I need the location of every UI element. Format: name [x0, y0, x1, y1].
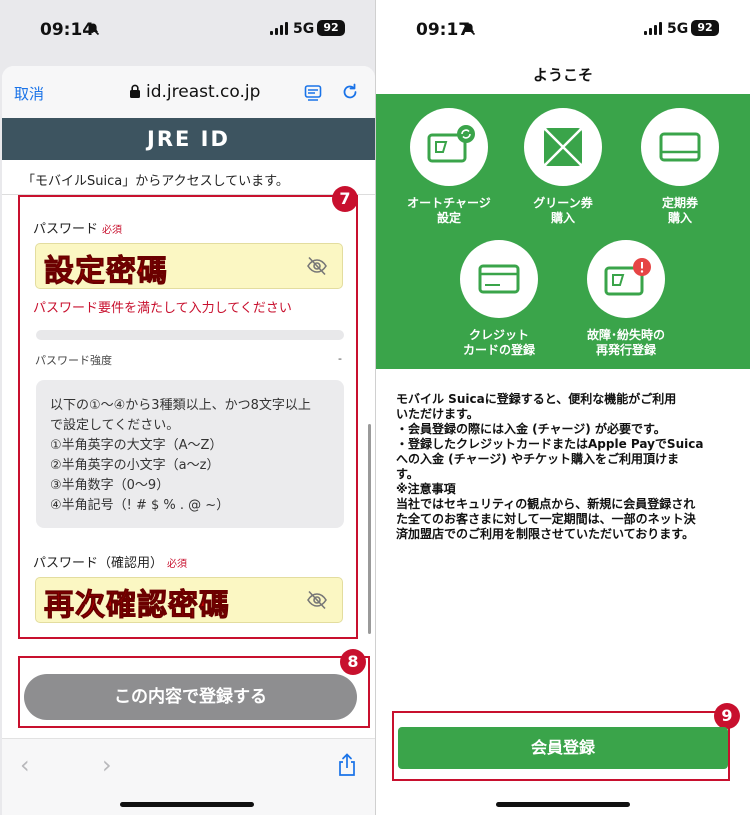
password-strength-label: パスワード強度 [35, 354, 112, 367]
home-indicator [120, 802, 254, 807]
forward-button[interactable]: › [102, 751, 112, 779]
reissue-card-icon [604, 258, 651, 296]
status-bar: 09:17 5G 92 [376, 0, 750, 62]
required-tag: 必須 [167, 559, 188, 570]
jre-id-header: JRE ID [2, 118, 375, 160]
feature-commuter-pass[interactable]: 定期券 購入 [620, 108, 740, 226]
network-type: 5G [667, 21, 689, 37]
signal-icon [644, 22, 662, 35]
auto-charge-card-icon [427, 125, 475, 163]
left-phone-screen: 09:14 5G 92 取消 id.jreast.co.jp JRE ID 「モ… [0, 0, 375, 815]
feature-panel: オートチャージ 設定 グリーン券 購入 定期券 購入 クレジット カードの登録 … [376, 94, 750, 369]
description-text: モバイル Suicaに登録すると、便利な機能がご利用 いただけます。 ・会員登録… [396, 392, 704, 541]
feature-green-ticket[interactable]: グリーン券 購入 [503, 108, 623, 226]
password-error: パスワード要件を満たして入力してください [33, 301, 292, 316]
rule-line: ③半角数字（0～9） [50, 478, 170, 493]
safari-sheet: 取消 id.jreast.co.jp JRE ID 「モバイルSuica」からア… [2, 66, 375, 815]
rule-line: で設定してください。 [50, 418, 180, 433]
confirm-password-label: パスワード（確認用） 必須 [33, 556, 188, 571]
battery-level: 92 [317, 20, 345, 36]
credit-card-icon [478, 264, 520, 294]
feature-reissue[interactable]: 故障･紛失時の 再発行登録 [566, 240, 686, 358]
feature-auto-charge[interactable]: オートチャージ 設定 [389, 108, 509, 226]
password-input[interactable]: 設定密碼 [35, 243, 343, 290]
rule-line: 以下の①～④から3種類以上、かつ8文字以上 [50, 398, 311, 413]
back-button[interactable]: ‹ [20, 751, 30, 779]
password-strength-value: - [338, 352, 342, 365]
reader-menu-icon[interactable] [304, 84, 322, 102]
cancel-button[interactable]: 取消 [14, 83, 44, 104]
green-ticket-icon [543, 127, 583, 167]
status-bar: 09:14 5G 92 [0, 0, 375, 62]
password-rules: 以下の①～④から3種類以上、かつ8文字以上 で設定してください。 ①半角英字の大… [36, 380, 344, 528]
home-indicator [496, 802, 630, 807]
password-value: 設定密碼 [44, 254, 168, 290]
right-phone-screen: 09:17 5G 92 ようこそ オートチャージ 設定 グリーン券 購入 定期券… [376, 0, 750, 815]
rule-line: ①半角英字の大文字（A～Z） [50, 438, 223, 453]
feature-credit-card[interactable]: クレジット カードの登録 [439, 240, 559, 358]
browser-address-bar: 取消 id.jreast.co.jp [2, 66, 375, 118]
member-register-button[interactable]: 会員登録 [398, 727, 728, 769]
rule-line: ②半角英字の小文字（a～z） [50, 458, 220, 473]
hide-password-icon[interactable] [306, 590, 328, 610]
page-title: ようこそ [532, 66, 593, 84]
silent-bell-icon [86, 22, 100, 36]
battery-level: 92 [691, 20, 719, 36]
access-notice: 「モバイルSuica」からアクセスしています。 [22, 174, 289, 189]
signal-icon [270, 22, 288, 35]
annotation-badge-8: 8 [340, 649, 366, 675]
annotation-badge-7: 7 [332, 186, 358, 212]
confirm-password-value: 再次確認密碼 [44, 588, 230, 624]
password-strength-meter [36, 330, 344, 340]
confirm-password-input[interactable]: 再次確認密碼 [35, 577, 343, 624]
silent-bell-icon [462, 22, 476, 36]
hide-password-icon[interactable] [306, 256, 328, 276]
required-tag: 必須 [102, 225, 123, 236]
network-type: 5G [293, 21, 315, 37]
annotation-badge-9: 9 [714, 703, 740, 729]
scrollbar[interactable] [368, 424, 371, 634]
password-label: パスワード 必須 [33, 222, 123, 237]
url-field[interactable]: id.jreast.co.jp [146, 82, 260, 102]
share-icon[interactable] [337, 753, 357, 777]
screenshot-composite: 09:14 5G 92 取消 id.jreast.co.jp JRE ID 「モ… [0, 0, 750, 815]
register-submit-button[interactable]: この内容で登録する [24, 674, 357, 720]
lock-icon [130, 84, 140, 98]
reload-icon[interactable] [341, 83, 359, 101]
rule-line: ④半角記号（! # $ % . @ ~） [50, 498, 230, 513]
commuter-pass-icon [659, 132, 701, 162]
